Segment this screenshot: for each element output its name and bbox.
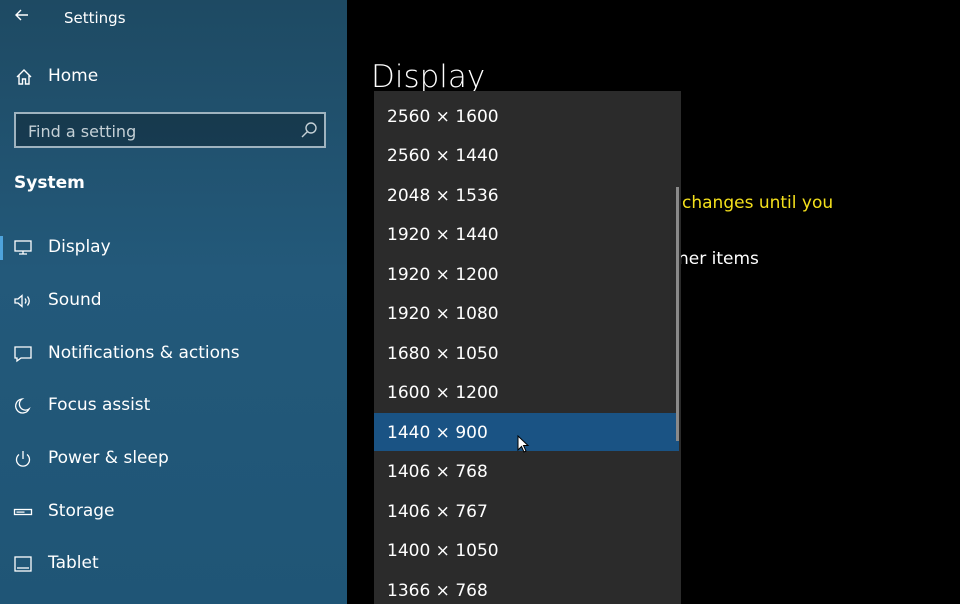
search-box[interactable] [14,112,326,148]
search-input[interactable] [26,120,300,142]
option-label: 1680 × 1050 [387,344,499,364]
resolution-option[interactable]: 1600 × 1200 [374,373,679,411]
option-label: 1920 × 1200 [387,265,499,285]
page-title: Display [371,59,486,95]
resolution-option[interactable]: 2048 × 1536 [374,176,679,214]
dropdown-scrollbar[interactable] [676,187,679,441]
search-icon[interactable] [300,121,318,139]
sidebar-item-notifications[interactable]: Notifications & actions [0,334,347,374]
resolution-option[interactable]: 1680 × 1050 [374,334,679,372]
sidebar-item-storage[interactable]: Storage [0,492,347,532]
sidebar-item-focus-assist[interactable]: Focus assist [0,386,347,426]
resolution-option[interactable]: 2560 × 1440 [374,136,679,174]
sidebar-item-tablet[interactable]: Tablet [0,544,347,584]
resolution-option[interactable]: 1406 × 768 [374,452,679,490]
resolution-option[interactable]: 1920 × 1440 [374,215,679,253]
sidebar-item-label: Focus assist [48,395,151,415]
sidebar-item-label: Display [48,237,111,257]
sidebar-item-label: Sound [48,290,102,310]
home-icon [14,67,34,87]
back-arrow-icon[interactable] [12,5,32,25]
resolution-option[interactable]: 1400 × 1050 [374,531,679,569]
moon-icon [13,397,33,415]
option-label: 1400 × 1050 [387,541,499,561]
resolution-option[interactable]: 1406 × 767 [374,492,679,530]
option-label: 2560 × 1440 [387,146,499,166]
option-label: 1920 × 1440 [387,225,499,245]
mouse-cursor-icon [517,434,531,455]
sidebar: Settings Home System Display Sound Notif… [0,0,347,604]
option-label: 1366 × 768 [387,581,488,601]
power-icon [13,450,33,468]
sidebar-item-display[interactable]: Display [0,228,347,268]
speaker-icon [13,292,33,310]
option-label: 1406 × 768 [387,462,488,482]
option-label: 1920 × 1080 [387,304,499,324]
storage-icon [13,503,33,521]
sidebar-item-home[interactable]: Home [0,61,347,93]
section-title: System [14,173,85,193]
notification-icon [13,345,33,363]
resolution-option[interactable]: 1366 × 768 [374,571,679,604]
sidebar-item-label: Tablet [48,553,99,573]
option-label: 1440 × 900 [387,423,488,443]
sidebar-item-label: Power & sleep [48,448,169,468]
monitor-icon [13,239,33,257]
sidebar-item-label: Storage [48,501,115,521]
sidebar-item-label: Home [48,66,99,86]
sidebar-item-power-sleep[interactable]: Power & sleep [0,439,347,479]
obscured-text: ner items [678,249,759,269]
option-label: 2560 × 1600 [387,107,499,127]
warning-text: changes until you [682,193,834,213]
resolution-dropdown-list[interactable]: 2560 × 1600 2560 × 1440 2048 × 1536 1920… [374,91,681,604]
resolution-option[interactable]: 2560 × 1600 [374,97,679,135]
sidebar-item-sound[interactable]: Sound [0,281,347,321]
app-title: Settings [64,9,126,27]
resolution-option[interactable]: 1920 × 1200 [374,255,679,293]
option-label: 1600 × 1200 [387,383,499,403]
tablet-icon [13,555,33,573]
sidebar-item-label: Notifications & actions [48,343,240,363]
option-label: 2048 × 1536 [387,186,499,206]
option-label: 1406 × 767 [387,502,488,522]
resolution-option[interactable]: 1920 × 1080 [374,294,679,332]
